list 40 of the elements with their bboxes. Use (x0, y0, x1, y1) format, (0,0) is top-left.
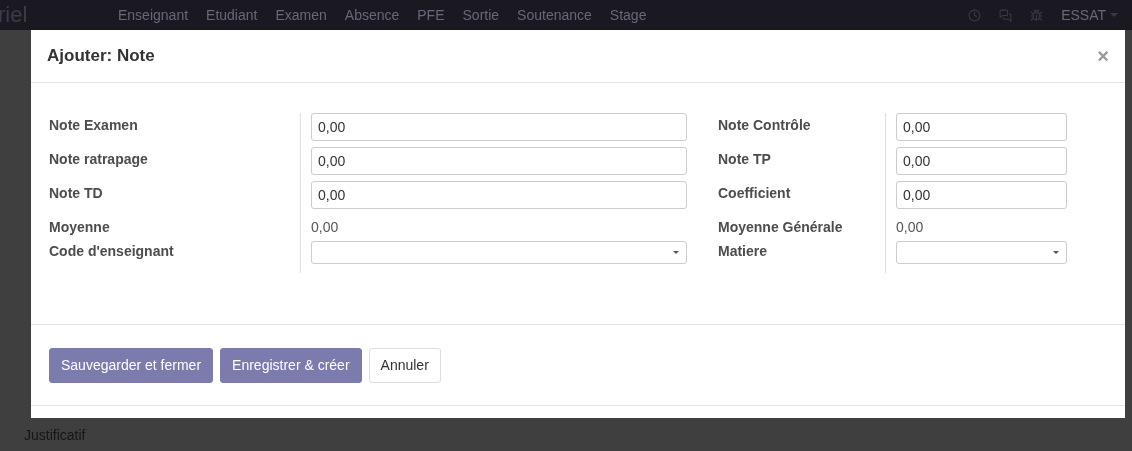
field-label: Moyenne Générale (718, 218, 843, 235)
field-label: Code d'enseignant (49, 242, 174, 259)
field-label: Note TD (49, 184, 103, 201)
field-label: Coefficient (718, 184, 791, 201)
field-label: Note TP (718, 150, 771, 167)
primary-button[interactable]: Enregistrer & créer (220, 347, 362, 383)
user-menu[interactable]: ESSAT (1061, 7, 1106, 23)
menu-item[interactable]: PFE (417, 7, 445, 23)
number-field[interactable]: 0,00 (311, 147, 687, 175)
number-field[interactable]: 0,00 (896, 147, 1067, 175)
field-label: Matiere (718, 242, 768, 259)
field-label: Note Examen (49, 116, 138, 133)
menu-item[interactable]: Enseignant (118, 7, 189, 23)
clock-icon[interactable] (968, 8, 982, 22)
number-field[interactable]: 0,00 (896, 113, 1067, 141)
menu-item[interactable]: Sortie (462, 7, 500, 23)
caret-icon (1053, 251, 1059, 254)
select-field[interactable] (896, 241, 1067, 264)
menu-item[interactable]: Stage (609, 7, 647, 23)
primary-button[interactable]: Sauvegarder et fermer (49, 347, 214, 383)
field-label: Note ratrapage (49, 150, 148, 167)
cancel-button[interactable]: Annuler (368, 347, 441, 383)
menu-item[interactable]: Examen (275, 7, 327, 23)
menu-item[interactable]: Soutenance (517, 7, 592, 23)
field-value: 0,00 (311, 218, 339, 235)
select-field[interactable] (311, 241, 687, 264)
number-field[interactable]: 0,00 (896, 181, 1067, 209)
field-label: Moyenne (49, 218, 110, 235)
close-button[interactable]: × (1097, 46, 1109, 66)
caret-icon (673, 251, 679, 254)
number-field[interactable]: 0,00 (311, 181, 687, 209)
chat-icon[interactable] (999, 8, 1013, 22)
menu-item[interactable]: Etudiant (206, 7, 258, 23)
caret-icon (1110, 13, 1118, 17)
field-label: Note Contrôle (718, 116, 811, 133)
dialog-title: Ajouter: Note (47, 46, 155, 66)
field-value: 0,00 (896, 218, 924, 235)
menu-item[interactable]: Absence (344, 7, 400, 23)
bug-icon[interactable] (1030, 8, 1044, 22)
number-field[interactable]: 0,00 (311, 113, 687, 141)
